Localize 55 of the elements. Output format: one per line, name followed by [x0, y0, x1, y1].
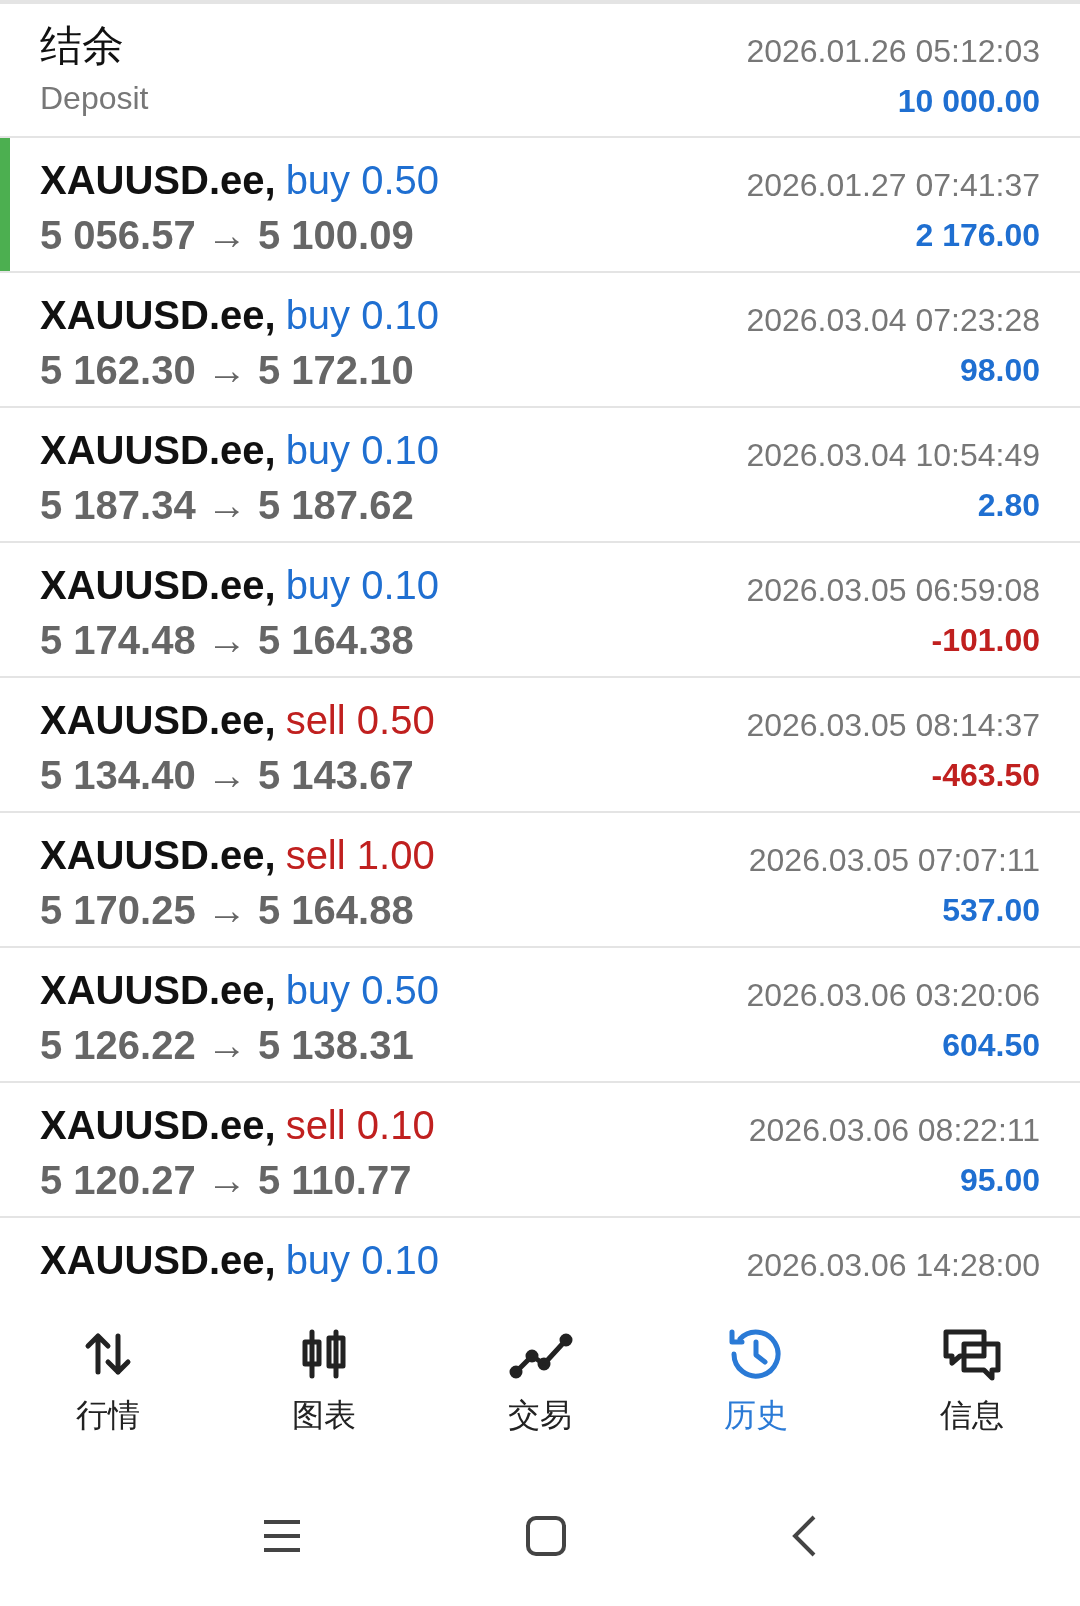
- deal-symbol: XAUUSD.ee,: [40, 562, 276, 609]
- deal-side-lots: buy 0.10: [285, 1237, 440, 1284]
- deal-profit: -101.00: [931, 621, 1040, 660]
- deal-symbol: XAUUSD.ee,: [40, 832, 276, 879]
- deal-time: 2026.03.06 03:20:06: [746, 976, 1040, 1015]
- deal-prices: 5 174.48 → 5 164.38: [40, 617, 414, 664]
- deal-side-lots: sell 0.50: [285, 697, 435, 744]
- nav-tab[interactable]: 信息: [897, 1324, 1047, 1438]
- deal-time: 2026.03.04 10:54:49: [746, 436, 1040, 475]
- balance-title: 结余: [40, 21, 124, 71]
- deal-profit: 604.50: [942, 1026, 1040, 1065]
- deal-row[interactable]: XAUUSD.ee, buy 0.50 5 056.57 → 5 100.09 2026.01.27 07:41:37 2 176.00: [0, 138, 1080, 273]
- deal-side-lots: sell 0.10: [285, 1102, 435, 1149]
- deal-profit: 2 176.00: [915, 216, 1040, 255]
- deal-time: 2026.03.04 07:23:28: [746, 301, 1040, 340]
- deal-prices: 5 120.27 → 5 110.77: [40, 1157, 412, 1204]
- nav-tab[interactable]: 交易: [465, 1324, 615, 1438]
- nav-tab[interactable]: 图表: [249, 1324, 399, 1438]
- balance-amount: 10 000.00: [897, 82, 1040, 121]
- deal-side-lots: buy 0.50: [285, 157, 440, 204]
- deal-prices: 5 126.22 → 5 138.31: [40, 1022, 414, 1069]
- nav-tab[interactable]: 历史: [681, 1324, 831, 1438]
- deal-profit: 95.00: [959, 1161, 1040, 1200]
- deal-side-lots: buy 0.10: [285, 562, 440, 609]
- nav-tab[interactable]: 行情: [33, 1324, 183, 1438]
- home-square-icon[interactable]: [525, 1515, 567, 1557]
- deal-side-lots: buy 0.10: [285, 427, 440, 474]
- deal-profit: -463.50: [931, 756, 1040, 795]
- deal-symbol: XAUUSD.ee,: [40, 967, 276, 1014]
- deal-prices: 5 170.25 → 5 164.88: [40, 887, 414, 934]
- deal-symbol: XAUUSD.ee,: [40, 697, 276, 744]
- deal-symbol: XAUUSD.ee,: [40, 427, 276, 474]
- deal-time: 2026.03.05 08:14:37: [746, 706, 1040, 745]
- deal-time: 2026.03.06 14:28:00: [746, 1246, 1040, 1285]
- deal-side-lots: buy 0.50: [285, 967, 440, 1014]
- deal-time: 2026.03.05 06:59:08: [746, 571, 1040, 610]
- deal-prices: 5 162.30 → 5 172.10: [40, 347, 414, 394]
- balance-time: 2026.01.26 05:12:03: [746, 32, 1040, 71]
- deal-prices: 5 134.40 → 5 143.67: [40, 752, 414, 799]
- deal-symbol: XAUUSD.ee,: [40, 1237, 276, 1284]
- deal-prices: 5 187.34 → 5 187.62: [40, 482, 414, 529]
- deal-symbol: XAUUSD.ee,: [40, 157, 276, 204]
- deal-profit: 537.00: [942, 891, 1040, 930]
- balance-subtitle: Deposit: [40, 79, 149, 118]
- deal-time: 2026.03.05 07:07:11: [748, 841, 1040, 880]
- deal-prices: 5 056.57 → 5 100.09: [40, 212, 414, 259]
- deal-profit: 98.00: [959, 351, 1040, 390]
- deal-symbol: XAUUSD.ee,: [40, 1102, 276, 1149]
- deal-time: 2026.01.27 07:41:37: [746, 166, 1040, 205]
- deal-side-lots: sell 1.00: [285, 832, 435, 879]
- deal-profit: 2.80: [977, 486, 1040, 525]
- menu-icon[interactable]: [261, 1518, 302, 1554]
- deal-symbol: XAUUSD.ee,: [40, 292, 276, 339]
- deal-side-lots: buy 0.10: [285, 292, 440, 339]
- deal-time: 2026.03.06 08:22:11: [748, 1111, 1040, 1150]
